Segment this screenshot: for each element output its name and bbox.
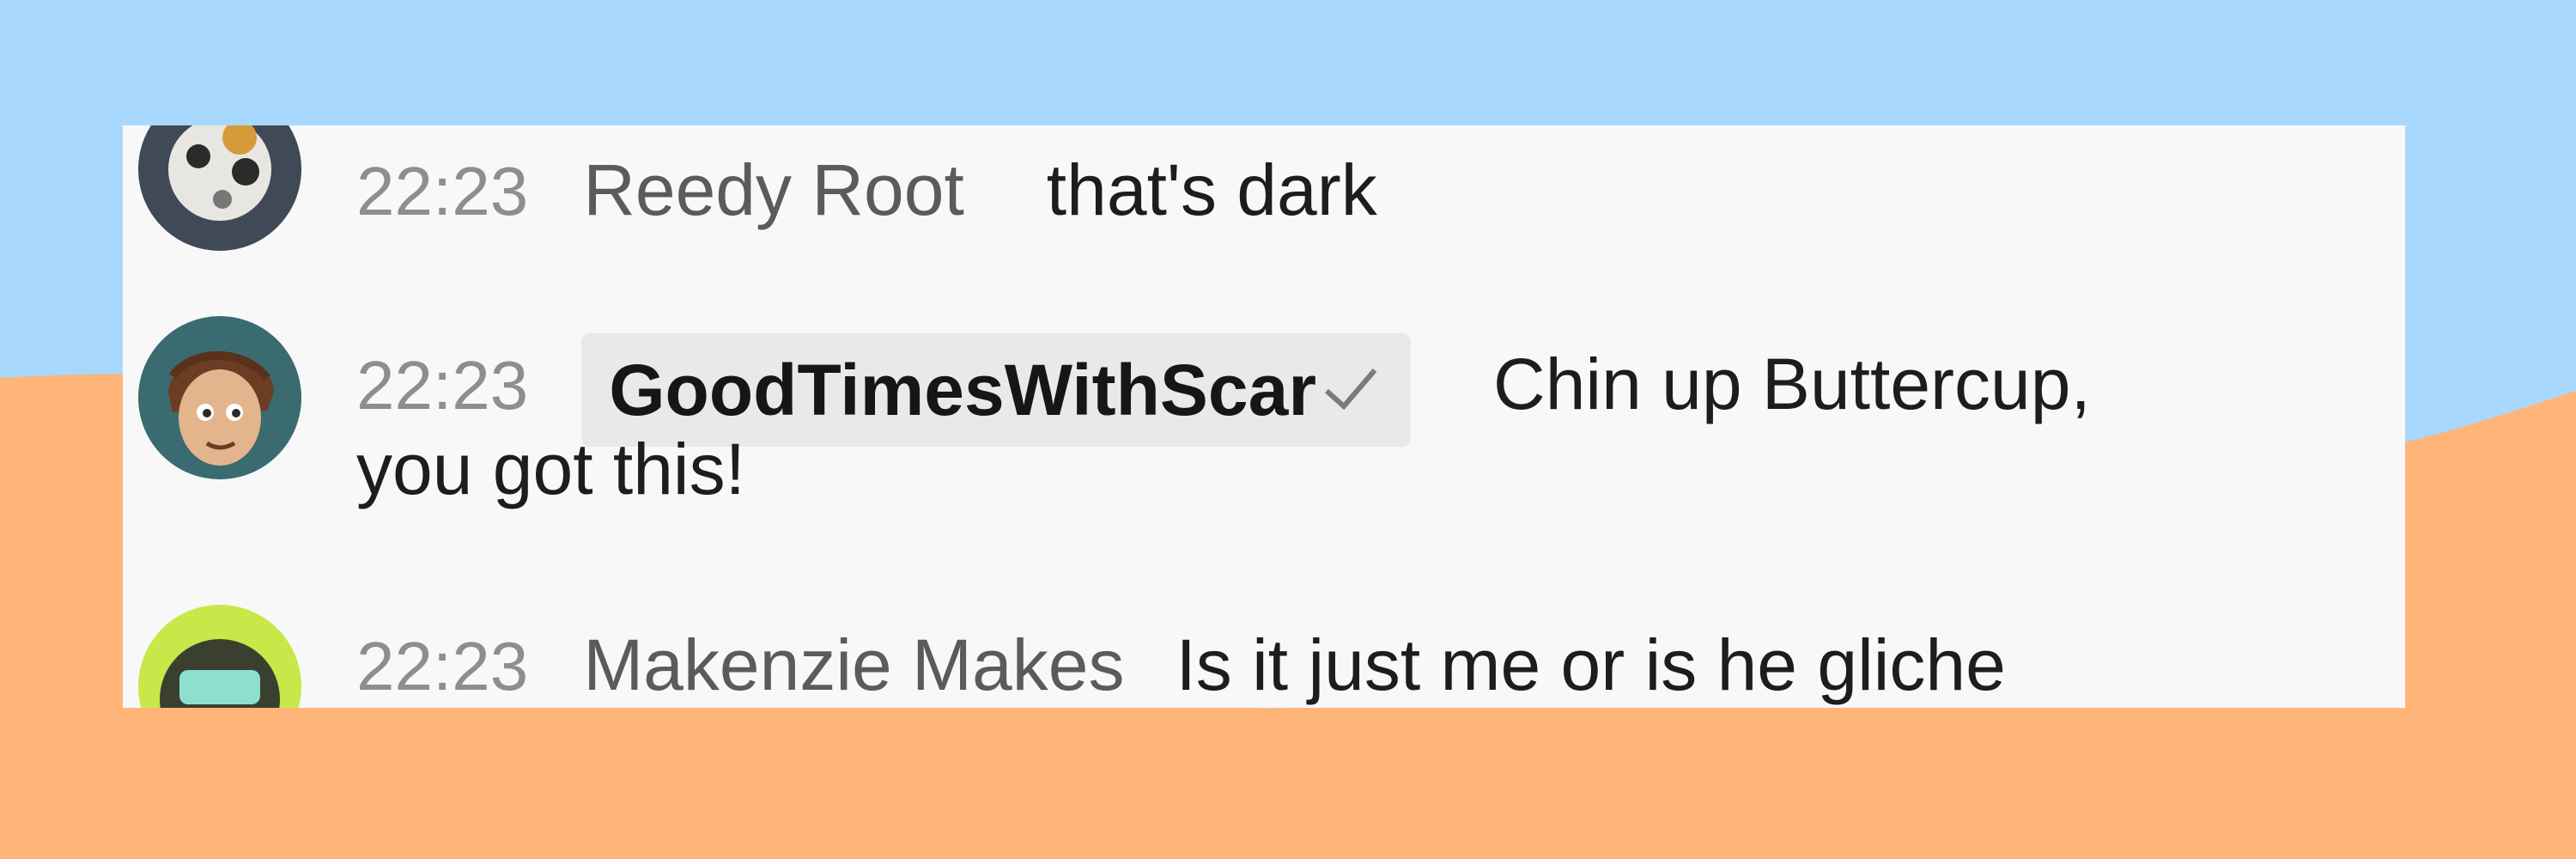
live-chat-panel: 22:23 Reedy Root that's dark 22:23 GoodTime… bbox=[123, 125, 2405, 708]
verified-check-icon bbox=[1325, 369, 1377, 411]
avatar[interactable] bbox=[138, 316, 301, 479]
avatar[interactable] bbox=[138, 605, 301, 708]
message-text: that's dark bbox=[1046, 149, 1377, 230]
message-text: Is it just me or is he gliche bbox=[1176, 624, 2006, 705]
author-name[interactable]: Reedy Root bbox=[583, 149, 964, 230]
author-name: GoodTimesWithScar bbox=[609, 350, 1317, 430]
message-text: Chin up Buttercup, bbox=[1493, 344, 2091, 425]
message-timestamp: 22:23 bbox=[356, 153, 529, 229]
avatar-image bbox=[138, 125, 301, 251]
message-text-continued: you got this! bbox=[356, 429, 745, 509]
message-timestamp: 22:23 bbox=[356, 347, 529, 424]
avatar-image bbox=[138, 316, 301, 479]
avatar[interactable] bbox=[138, 125, 301, 251]
avatar-image bbox=[138, 605, 301, 708]
message-timestamp: 22:23 bbox=[356, 628, 529, 704]
author-name[interactable]: Makenzie Makes bbox=[583, 624, 1124, 705]
